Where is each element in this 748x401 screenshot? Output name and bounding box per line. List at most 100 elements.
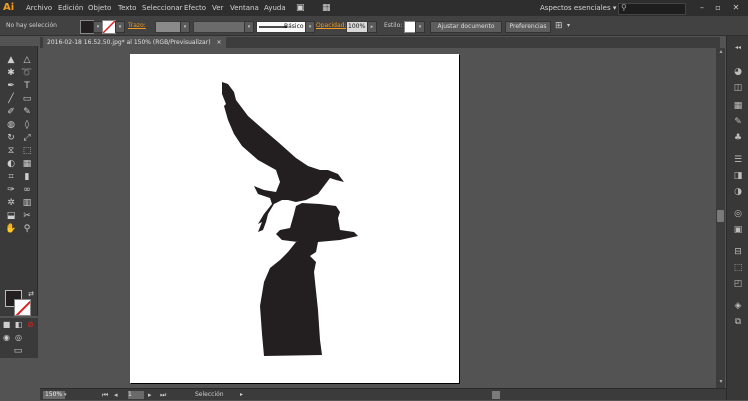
bridge-icon[interactable]: ▣ xyxy=(296,0,305,16)
control-menu-arrow[interactable]: ▾ xyxy=(567,16,570,36)
menu-ver[interactable]: Ver xyxy=(212,0,223,16)
previous-artboard-icon[interactable]: ◂ xyxy=(114,389,118,401)
next-artboard-icon[interactable]: ▸ xyxy=(148,389,152,401)
perspective-grid-tool-icon[interactable]: ▦ xyxy=(20,158,34,170)
stroke-label[interactable]: Trazo: xyxy=(128,16,146,36)
pen-tool-icon[interactable]: ✒ xyxy=(4,80,18,92)
arrange-documents-icon[interactable]: ▦ xyxy=(322,0,331,16)
help-search-input[interactable]: ⚲ xyxy=(618,3,686,15)
paintbrush-tool-icon[interactable]: ✐ xyxy=(4,106,18,118)
menu-edicion[interactable]: Edición xyxy=(58,0,83,16)
zoom-dropdown-arrow[interactable]: ▾ xyxy=(64,391,71,399)
appearance-panel-icon[interactable]: ◎ xyxy=(731,208,745,220)
menu-seleccionar[interactable]: Seleccionar xyxy=(142,0,183,16)
stroke-weight-arrow[interactable]: ▾ xyxy=(180,21,190,33)
swatches-panel-icon[interactable]: ▦ xyxy=(731,100,745,112)
symbols-panel-icon[interactable]: ♣ xyxy=(731,132,745,144)
variable-width-profile[interactable] xyxy=(193,21,251,33)
fill-mode-icon[interactable]: ■ xyxy=(2,319,11,331)
close-button[interactable]: ✕ xyxy=(730,2,742,14)
lasso-tool-icon[interactable]: ➰ xyxy=(20,67,34,79)
menu-ayuda[interactable]: Ayuda xyxy=(264,0,286,16)
document-setup-button[interactable]: Ajustar documento xyxy=(430,21,502,33)
type-tool-icon[interactable]: T xyxy=(20,80,34,92)
menu-objeto[interactable]: Objeto xyxy=(88,0,111,16)
dock-collapse-icon[interactable]: ◂◂ xyxy=(731,42,745,54)
color-guide-icon[interactable]: ◫ xyxy=(731,82,745,94)
swap-colors-icon[interactable]: ⇄ xyxy=(26,288,36,300)
zoom-field[interactable]: 150% xyxy=(43,391,65,399)
gradient-tool-icon[interactable]: ▮ xyxy=(20,171,34,183)
rotate-tool-icon[interactable]: ↻ xyxy=(4,132,18,144)
stroke-dropdown-arrow[interactable]: ▾ xyxy=(115,21,125,33)
scroll-down-icon[interactable]: ▾ xyxy=(717,378,725,386)
pencil-tool-icon[interactable]: ✎ xyxy=(20,106,34,118)
horizontal-scroll-thumb[interactable] xyxy=(492,391,500,399)
layers-panel-icon[interactable]: ◈ xyxy=(731,300,745,312)
align-icon[interactable]: ⊞ xyxy=(555,16,563,36)
opacity-label[interactable]: Opacidad: xyxy=(316,16,347,36)
opacity-field[interactable]: 100% xyxy=(346,21,369,33)
zoom-tool-icon[interactable]: ⚲ xyxy=(20,223,34,235)
stroke-color-swatch[interactable] xyxy=(14,299,31,316)
eraser-tool-icon[interactable]: ◊ xyxy=(20,119,34,131)
hand-tool-icon[interactable]: ✋ xyxy=(4,223,18,235)
artboard-tool-icon[interactable]: ⬓ xyxy=(4,210,18,222)
menu-texto[interactable]: Texto xyxy=(118,0,136,16)
pathfinder-panel-icon[interactable]: ◰ xyxy=(731,278,745,290)
artboard[interactable] xyxy=(130,54,459,383)
width-tool-icon[interactable]: ⧖ xyxy=(4,145,18,157)
artboard-number-field[interactable]: 1 xyxy=(128,391,144,399)
fill-swatch[interactable] xyxy=(80,20,94,34)
stroke-panel-icon[interactable]: ☰ xyxy=(731,154,745,166)
workspace-switcher[interactable]: Aspectos esenciales ▾ xyxy=(540,0,616,16)
blob-brush-tool-icon[interactable]: ◍ xyxy=(4,119,18,131)
line-tool-icon[interactable]: ╱ xyxy=(4,93,18,105)
brush-definition[interactable]: Básico xyxy=(256,21,306,33)
stroke-weight-field[interactable] xyxy=(155,21,181,33)
brushes-panel-icon[interactable]: ✎ xyxy=(731,116,745,128)
free-transform-tool-icon[interactable]: ⬚ xyxy=(20,145,34,157)
slice-tool-icon[interactable]: ✂ xyxy=(20,210,34,222)
stroke-swatch[interactable] xyxy=(102,20,116,34)
blend-tool-icon[interactable]: ∞ xyxy=(20,184,34,196)
gradient-panel-icon[interactable]: ◨ xyxy=(731,170,745,182)
none-mode-icon[interactable]: ⊘ xyxy=(26,319,35,331)
opacity-dropdown-arrow[interactable]: ▸ xyxy=(367,21,377,33)
brush-dropdown-arrow[interactable]: ▾ xyxy=(305,21,315,33)
screen-mode-icon[interactable]: ▭ xyxy=(12,345,24,357)
direct-selection-tool-icon[interactable]: △ xyxy=(20,54,34,66)
align-panel-icon[interactable]: ⊟ xyxy=(731,246,745,258)
last-artboard-icon[interactable]: ⏭ xyxy=(160,389,166,401)
close-tab-icon[interactable]: × xyxy=(216,39,221,46)
eyedropper-tool-icon[interactable]: ✑ xyxy=(4,184,18,196)
symbol-sprayer-tool-icon[interactable]: ✲ xyxy=(4,197,18,209)
color-panel-icon[interactable]: ◕ xyxy=(731,66,745,78)
scale-tool-icon[interactable]: ⤢ xyxy=(20,132,34,144)
vertical-scroll-thumb[interactable] xyxy=(717,210,724,222)
artboards-panel-icon[interactable]: ⧉ xyxy=(731,316,745,328)
transparency-panel-icon[interactable]: ◑ xyxy=(731,186,745,198)
silhouette-artwork[interactable] xyxy=(130,54,459,383)
maximize-button[interactable]: ▫ xyxy=(712,2,724,14)
minimize-button[interactable]: – xyxy=(696,2,708,14)
draw-behind-icon[interactable]: ◎ xyxy=(14,332,23,344)
style-dropdown-arrow[interactable]: ▾ xyxy=(415,21,425,33)
mesh-tool-icon[interactable]: ⌗ xyxy=(4,171,18,183)
draw-normal-icon[interactable]: ◉ xyxy=(2,332,11,344)
document-tab[interactable]: 2016-02-18 16.52.50.jpg* al 150% (RGB/Pr… xyxy=(43,37,226,48)
menu-ventana[interactable]: Ventana xyxy=(230,0,259,16)
shape-builder-tool-icon[interactable]: ◐ xyxy=(4,158,18,170)
selection-tool-icon[interactable]: ▲ xyxy=(4,54,18,66)
profile-dropdown-arrow[interactable]: ▾ xyxy=(244,21,254,33)
current-tool-status[interactable]: Selección xyxy=(195,389,224,401)
magic-wand-tool-icon[interactable]: ✱ xyxy=(4,67,18,79)
column-graph-tool-icon[interactable]: ▥ xyxy=(20,197,34,209)
scroll-up-icon[interactable]: ▴ xyxy=(717,48,725,56)
graphic-styles-panel-icon[interactable]: ▣ xyxy=(731,224,745,236)
transform-panel-icon[interactable]: ⬚ xyxy=(731,262,745,274)
menu-efecto[interactable]: Efecto xyxy=(184,0,206,16)
preferences-button[interactable]: Preferencias xyxy=(505,21,551,33)
menu-archivo[interactable]: Archivo xyxy=(26,0,52,16)
rectangle-tool-icon[interactable]: ▭ xyxy=(20,93,34,105)
